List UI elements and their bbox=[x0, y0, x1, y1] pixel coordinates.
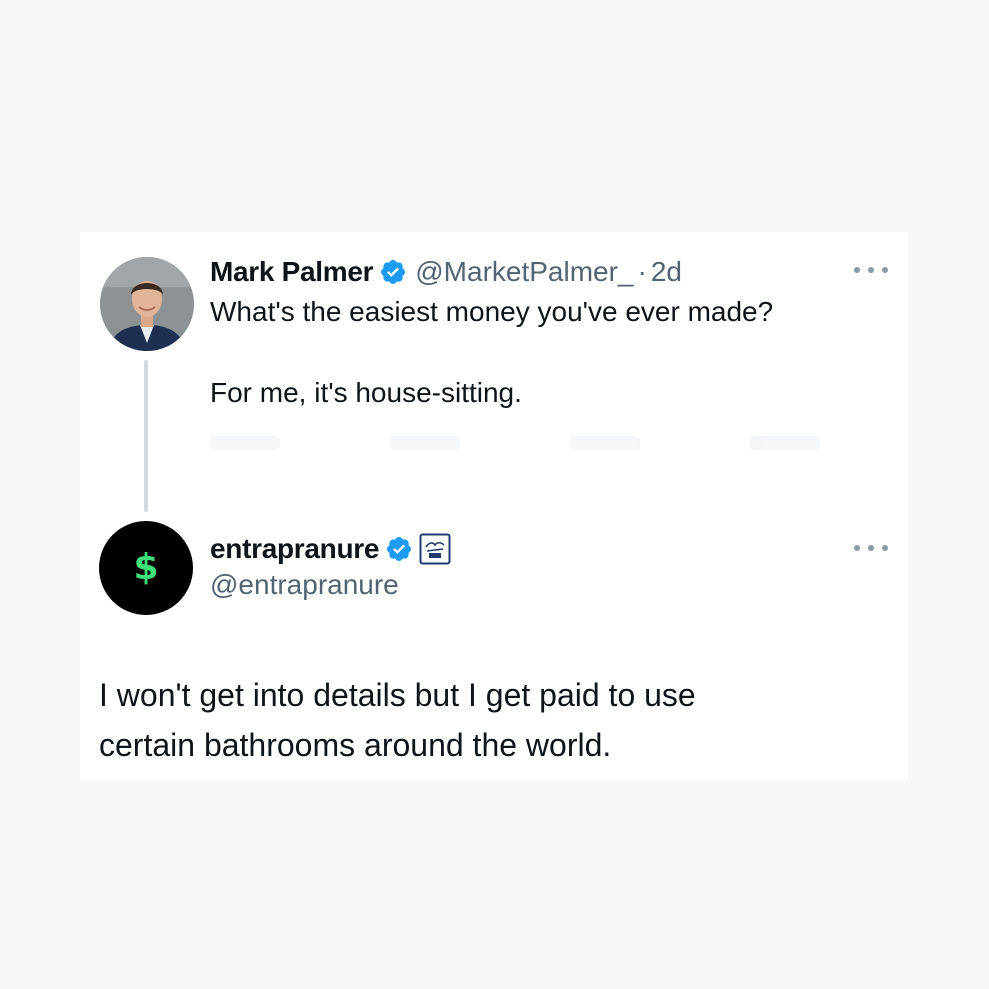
reply-author-handle[interactable]: @entrapranure bbox=[210, 569, 399, 601]
tweet-thread-card: Mark Palmer @MarketPalmer_ · 2d What's t… bbox=[80, 232, 908, 780]
tweet-text-line: What's the easiest money you've ever mad… bbox=[210, 296, 774, 327]
reply-text: I won't get into details but I get paid … bbox=[99, 670, 696, 770]
reply-header: entrapranure bbox=[210, 530, 451, 568]
verified-badge-icon[interactable] bbox=[379, 258, 407, 286]
author-name[interactable]: Mark Palmer bbox=[210, 256, 374, 288]
reply-text-line: I won't get into details but I get paid … bbox=[99, 677, 696, 713]
separator-dot: · bbox=[637, 256, 647, 287]
tweet-header: Mark Palmer @MarketPalmer_ · 2d bbox=[210, 254, 682, 290]
entrapranure-avatar[interactable]: $ bbox=[99, 521, 193, 615]
dollar-sign-icon: $ bbox=[133, 547, 159, 588]
verified-badge-icon[interactable] bbox=[385, 535, 413, 563]
more-options-icon[interactable] bbox=[854, 541, 888, 555]
timestamp[interactable]: 2d bbox=[651, 256, 682, 288]
mark-palmer-avatar[interactable] bbox=[100, 257, 194, 351]
thread-connector-line bbox=[144, 360, 148, 512]
more-options-icon[interactable] bbox=[854, 263, 888, 277]
author-handle[interactable]: @MarketPalmer_ bbox=[415, 256, 633, 288]
reply-text-line: certain bathrooms around the world. bbox=[99, 727, 612, 763]
tweet-actions-faded bbox=[210, 436, 860, 458]
tweet-text: What's the easiest money you've ever mad… bbox=[210, 292, 773, 413]
reply-author-name[interactable]: entrapranure bbox=[210, 533, 379, 565]
tweet-text-line: For me, it's house-sitting. bbox=[210, 377, 522, 408]
affiliate-badge-icon[interactable] bbox=[419, 533, 451, 565]
person-photo-avatar-icon bbox=[100, 257, 194, 351]
